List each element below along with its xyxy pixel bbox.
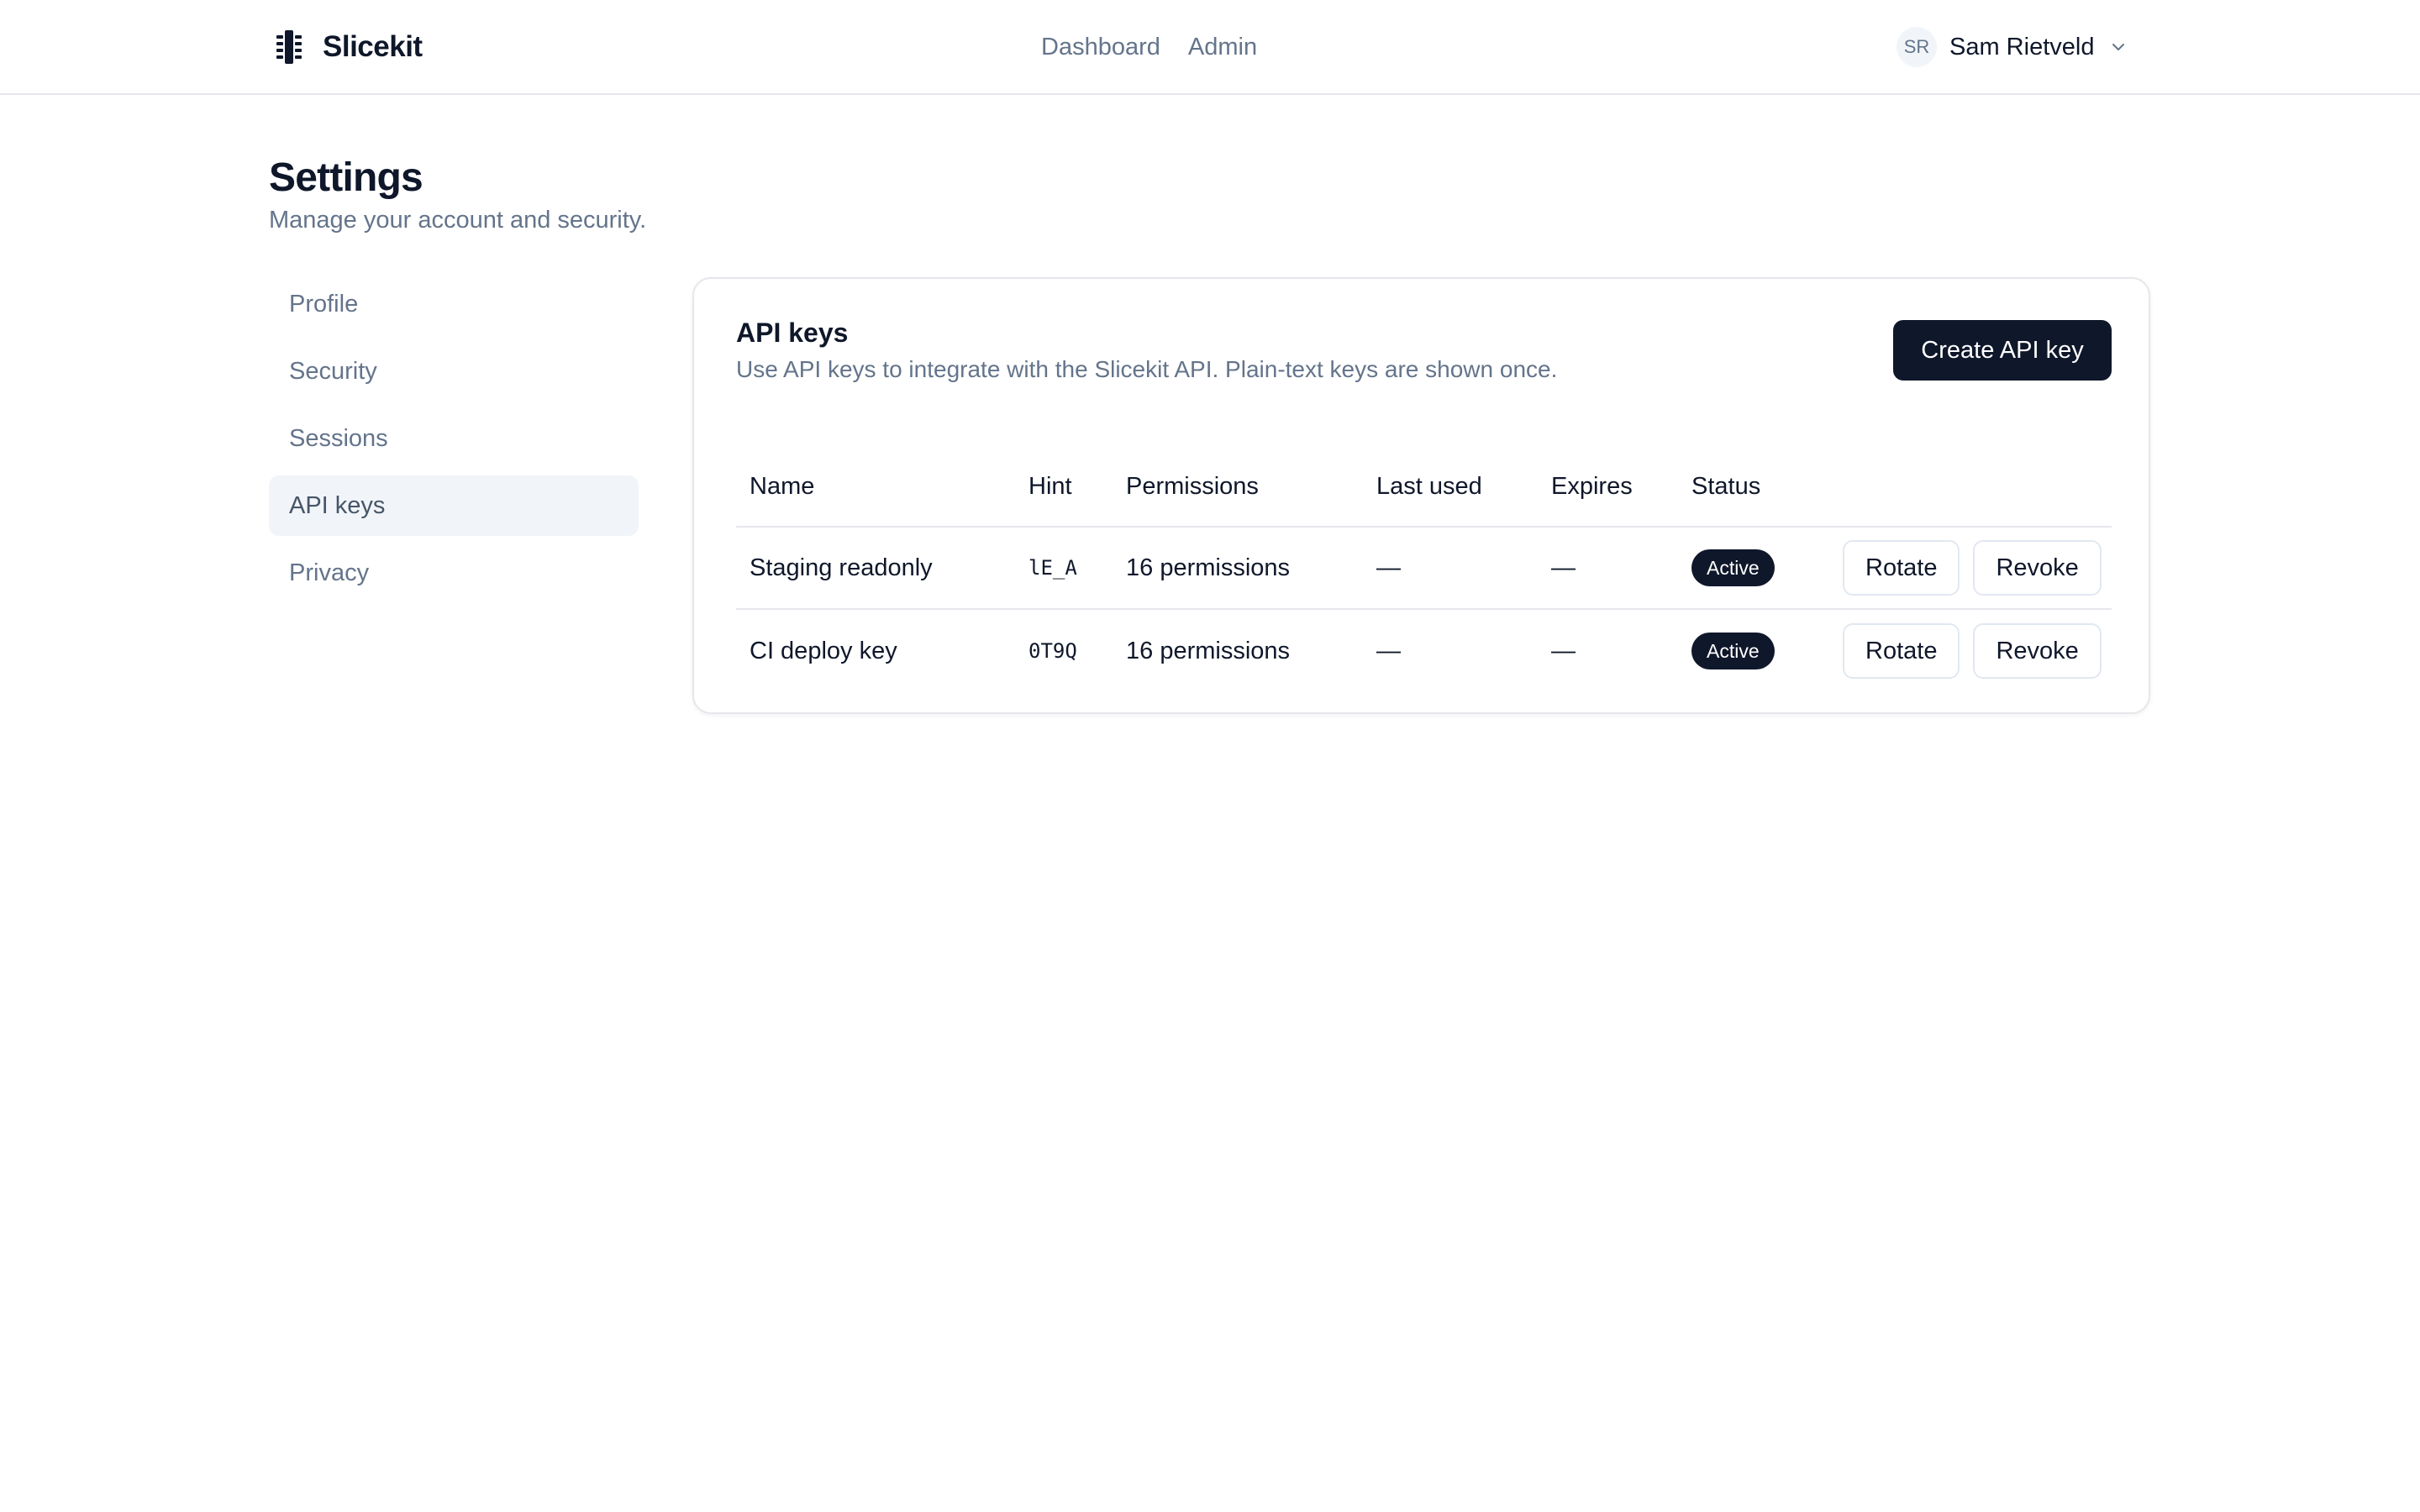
rotate-button[interactable]: Rotate [1843,540,1960,596]
revoke-button[interactable]: Revoke [1973,540,2102,596]
key-name: CI deploy key [750,637,897,664]
key-hint: 0T9Q [1028,639,1077,663]
main-nav: Dashboard Admin [1041,30,1257,64]
nav-link-dashboard[interactable]: Dashboard [1041,30,1160,64]
key-expires: — [1551,554,1576,581]
column-header-name: Name [750,472,815,500]
api-keys-table: Name Hint Permissions Last used Expires … [736,447,2112,692]
brand-name: Slicekit [323,30,423,63]
sidebar-item-security[interactable]: Security [269,341,639,402]
key-permissions: 16 permissions [1126,637,1291,664]
api-keys-card: API keys Use API keys to integrate with … [692,277,2150,714]
table-row: Staging readonly lE_A 16 permissions — —… [736,528,2112,610]
card-title: API keys [736,318,849,348]
sidebar-item-api-keys[interactable]: API keys [269,475,639,536]
settings-sidebar: Profile Security Sessions API keys Priva… [269,274,639,610]
sidebar-item-privacy[interactable]: Privacy [269,543,639,603]
top-bar: Slicekit Dashboard Admin SR Sam Rietveld [0,0,2420,95]
revoke-button[interactable]: Revoke [1973,623,2102,679]
key-last-used: — [1376,554,1401,581]
column-header-hint: Hint [1028,472,1072,500]
key-hint: lE_A [1028,556,1077,580]
status-cell: Active [1691,610,1775,692]
page-title: Settings [269,155,424,200]
table-row: CI deploy key 0T9Q 16 permissions — — Ac… [736,610,2112,692]
user-name: Sam Rietveld [1949,33,2095,60]
status-cell: Active [1691,528,1775,608]
key-expires: — [1551,637,1576,664]
row-actions: Rotate Revoke [1843,528,2102,608]
table-header-row: Name Hint Permissions Last used Expires … [736,447,2112,528]
rotate-button[interactable]: Rotate [1843,623,1960,679]
brand-logo[interactable]: Slicekit [269,24,423,71]
sidebar-item-sessions[interactable]: Sessions [269,408,639,469]
column-header-status: Status [1691,472,1761,500]
create-api-key-button[interactable]: Create API key [1893,320,2112,381]
status-badge: Active [1691,633,1775,669]
key-permissions: 16 permissions [1126,554,1291,581]
card-description: Use API keys to integrate with the Slice… [736,356,1558,382]
nav-link-admin[interactable]: Admin [1188,30,1257,64]
column-header-permissions: Permissions [1126,472,1259,500]
avatar: SR [1897,27,1937,67]
column-header-expires: Expires [1551,472,1633,500]
chevron-down-icon [2112,44,2125,50]
user-menu[interactable]: SR Sam Rietveld [1897,27,2128,67]
page-subtitle: Manage your account and security. [269,207,647,234]
slicekit-logo-icon [276,30,302,64]
key-name: Staging readonly [750,554,933,581]
status-badge: Active [1691,549,1775,586]
key-last-used: — [1376,637,1401,664]
sidebar-item-profile[interactable]: Profile [269,274,639,334]
column-header-last-used: Last used [1376,472,1482,500]
row-actions: Rotate Revoke [1843,610,2102,692]
